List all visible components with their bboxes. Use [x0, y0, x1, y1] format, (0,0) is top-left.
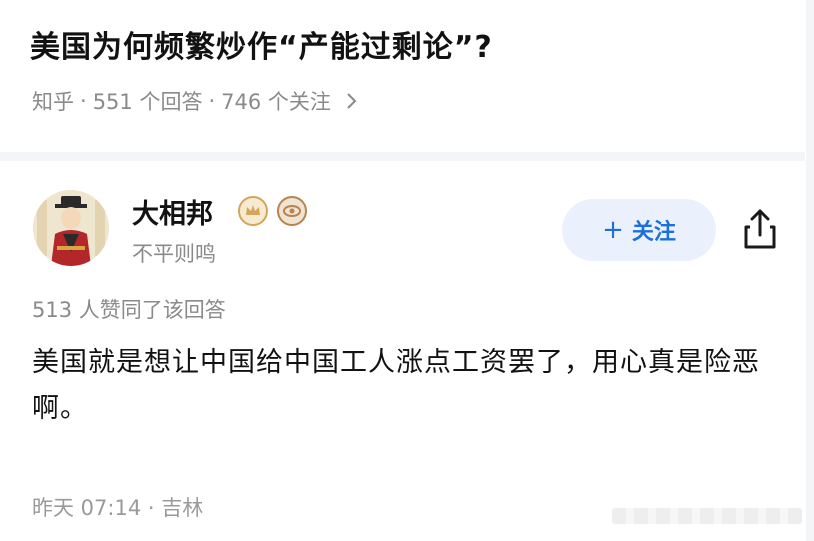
meta-separator: ·: [80, 89, 87, 113]
answer-location: 吉林: [161, 496, 204, 520]
right-edge-strip: [806, 0, 814, 541]
answer-time: 昨天 07:14: [32, 496, 142, 520]
question-title[interactable]: 美国为何频繁炒作“产能过剩论”?: [30, 22, 493, 66]
author-name[interactable]: 大相邦: [132, 192, 213, 231]
chevron-right-icon: [347, 93, 357, 109]
follower-count: 746 个关注: [221, 90, 331, 114]
answer-count: 551 个回答: [92, 90, 203, 114]
answer-text[interactable]: 美国就是想让中国给中国工人涨点工资罢了，用心真是险恶啊。: [32, 340, 792, 432]
meta-separator: ·: [208, 89, 216, 113]
plus-icon: +: [602, 215, 624, 245]
footer-separator: ·: [147, 496, 155, 520]
follow-label: 关注: [631, 220, 676, 245]
watermark: [612, 508, 802, 524]
crown-badge-icon[interactable]: [238, 196, 268, 226]
share-icon[interactable]: [740, 205, 780, 253]
section-divider: [0, 152, 805, 161]
answer-footer: 昨天 07:14 · 吉林: [32, 492, 203, 522]
vote-count: 513 人赞同了该回答: [32, 298, 226, 322]
eye-badge-icon[interactable]: [277, 196, 307, 226]
author-bio: 不平则鸣: [132, 242, 216, 266]
avatar[interactable]: [33, 190, 109, 266]
source-label: 知乎: [32, 90, 74, 114]
follow-button[interactable]: + 关注: [562, 199, 716, 261]
question-meta[interactable]: 知乎 · 551 个回答 · 746 个关注: [32, 86, 359, 116]
